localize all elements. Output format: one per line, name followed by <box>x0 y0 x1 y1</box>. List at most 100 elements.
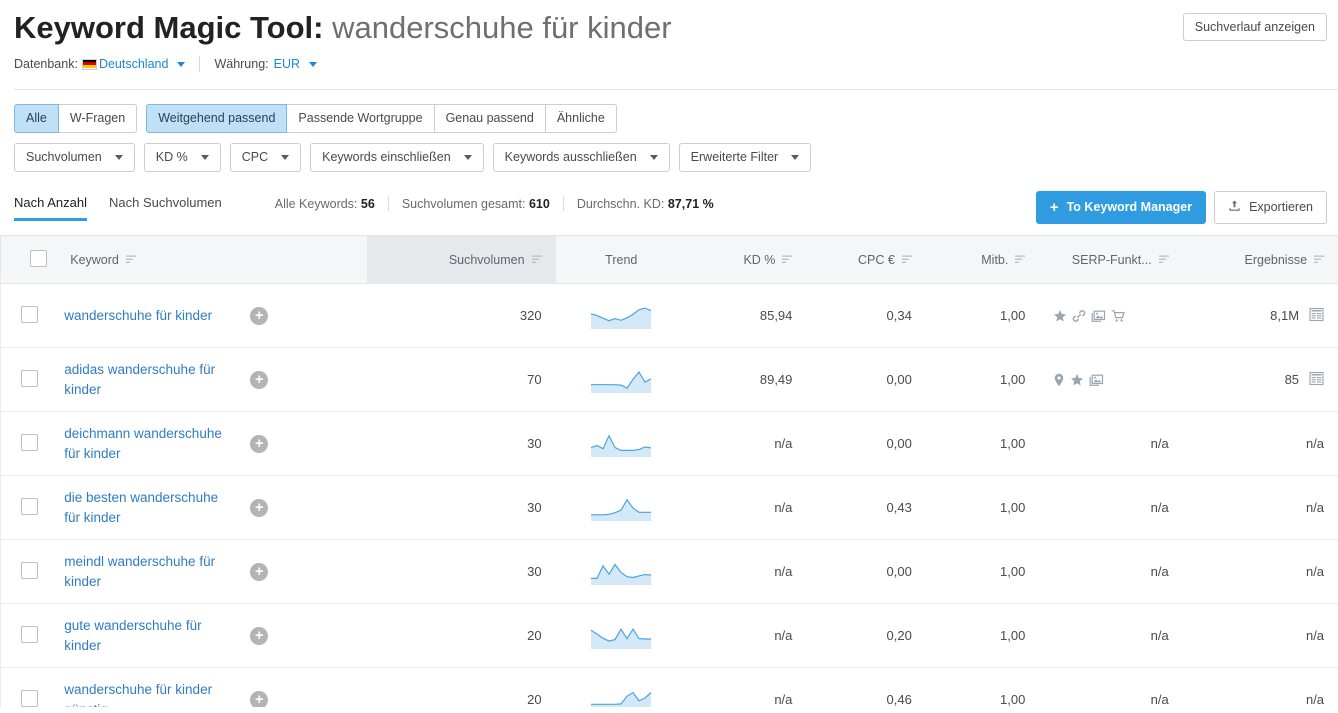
germany-flag-icon <box>81 58 97 70</box>
column-header-volume[interactable]: Suchvolumen <box>366 235 556 284</box>
star-icon[interactable] <box>1070 373 1084 387</box>
cpc-cell: 0,00 <box>806 539 926 604</box>
sort-icon[interactable] <box>1015 253 1026 267</box>
sidebar-item-deichmann[interactable]: ›deichmann2 <box>0 571 1 613</box>
sort-icon[interactable] <box>1314 253 1325 267</box>
column-header-results[interactable]: Ergebnisse <box>1182 235 1338 284</box>
column-header-cpc[interactable]: CPC € <box>806 235 926 284</box>
volume-cell: 320 <box>366 283 556 348</box>
table-row[interactable]: die besten wanderschuhe für kinder +30 n/a… <box>1 475 1338 540</box>
to-keyword-manager-button[interactable]: + To Keyword Manager <box>1035 191 1207 224</box>
select-all-header <box>1 235 57 284</box>
table-row[interactable]: deichmann wanderschuhe für kinder +30 n/a 0… <box>1 411 1338 476</box>
sort-icon[interactable] <box>782 253 793 267</box>
filter-dropdown-keywords-einschließen[interactable]: Keywords einschließen <box>310 143 484 172</box>
filter-dropdown-suchvolumen[interactable]: Suchvolumen <box>14 143 135 172</box>
column-header-trend[interactable]: Trend <box>555 235 687 284</box>
add-keyword-icon[interactable]: + <box>250 370 269 389</box>
row-checkbox[interactable] <box>21 305 39 323</box>
table-row[interactable]: meindl wanderschuhe für kinder +30 n/a 0,00… <box>1 539 1338 604</box>
add-keyword-icon[interactable]: + <box>250 306 269 325</box>
view-tab-nach-suchvolumen[interactable]: Nach Suchvolumen <box>109 195 222 221</box>
sidebar-item-adidas[interactable]: ›adidas2 <box>0 487 1 529</box>
column-header-serp[interactable]: SERP-Funkt... <box>1039 235 1183 284</box>
match-type-passende-wortgruppe[interactable]: Passende Wortgruppe <box>286 104 435 133</box>
currency-value: EUR <box>273 57 301 71</box>
serp-report-icon[interactable] <box>1309 371 1324 389</box>
export-button[interactable]: Exportieren <box>1214 191 1327 224</box>
column-header-label: Keyword <box>70 252 119 267</box>
row-select-cell <box>1 347 57 412</box>
cart-icon[interactable] <box>1111 309 1126 323</box>
table-row[interactable]: adidas wanderschuhe für kinder +70 89,49 0,… <box>1 347 1338 412</box>
row-checkbox[interactable] <box>21 561 39 579</box>
column-header-kd[interactable]: KD % <box>686 235 807 284</box>
keyword-link[interactable]: wanderschuhe für kinder <box>64 306 232 326</box>
filter-dropdown-erweiterte-filter[interactable]: Erweiterte Filter <box>678 143 812 172</box>
add-keyword-icon[interactable]: + <box>250 498 269 517</box>
link-icon[interactable] <box>1072 309 1086 323</box>
sidebar-item-kaufen[interactable]: ›kaufen2 <box>0 655 1 697</box>
competition-cell: 1,00 <box>925 667 1040 707</box>
table-row[interactable]: wanderschuhe für kinder günstig+20n/a0,4… <box>1 667 1338 708</box>
select-all-checkbox[interactable] <box>30 249 48 267</box>
chevron-down-icon <box>281 155 290 160</box>
sidebar-item-decathlon[interactable]: ›decathlon2 <box>0 529 1 571</box>
sidebar-item-günstig[interactable]: ›günstig3 <box>0 403 1 445</box>
sidebar-item-34[interactable]: ›342 <box>0 445 1 487</box>
keyword-link[interactable]: deichmann wanderschuhe für kinder <box>64 424 232 464</box>
column-header-keyword[interactable]: Keyword <box>56 235 367 284</box>
filter-dropdown-label: CPC <box>241 150 269 164</box>
row-checkbox[interactable] <box>21 689 39 707</box>
filter-dropdown-cpc[interactable]: CPC <box>229 143 302 172</box>
sidebar-item-gr[interactable]: ›gr2 <box>0 613 1 655</box>
sort-icon[interactable] <box>531 253 542 267</box>
image-icon[interactable] <box>1091 309 1106 323</box>
sidebar-item-alle-keywo[interactable]: Alle Keywo...56 <box>0 235 1 277</box>
keyword-link[interactable]: wanderschuhe für kinder günstig <box>64 680 232 708</box>
sidebar-item-größe[interactable]: ›größe4 <box>0 319 1 361</box>
filter-tab-w-fragen[interactable]: W-Fragen <box>57 104 138 133</box>
cpc-cell: 0,00 <box>806 347 926 412</box>
column-header-comp[interactable]: Mitb. <box>925 235 1040 284</box>
keyword-link[interactable]: meindl wanderschuhe für kinder <box>64 552 232 592</box>
row-checkbox[interactable] <box>21 433 39 451</box>
table-row[interactable]: gute wanderschuhe für kinder +20 n/a 0,20 1,… <box>1 603 1338 668</box>
trend-cell <box>555 603 687 668</box>
results-toolbar: Nach Anzahl Nach Suchvolumen Alle Keyword… <box>0 189 1338 235</box>
stat-label: Durchschn. KD: <box>576 196 665 211</box>
sidebar-item-gut[interactable]: ›gut3 <box>0 361 1 403</box>
filter-tab-alle[interactable]: Alle <box>14 104 59 133</box>
sidebar-item-best[interactable]: ›best6 <box>0 277 1 319</box>
match-type-weitgehend-passend[interactable]: Weitgehend passend <box>146 104 288 133</box>
row-checkbox[interactable] <box>21 497 39 515</box>
star-icon[interactable] <box>1053 309 1067 323</box>
results-cell-wrap: 85 <box>1182 347 1338 412</box>
match-type-ähnliche[interactable]: Ähnliche <box>544 104 617 133</box>
add-keyword-icon[interactable]: + <box>250 690 269 707</box>
sort-icon[interactable] <box>901 253 912 267</box>
filter-dropdown-keywords-ausschließen[interactable]: Keywords ausschließen <box>492 143 670 172</box>
keyword-link[interactable]: die besten wanderschuhe für kinder <box>64 488 232 528</box>
match-type-genau-passend[interactable]: Genau passend <box>433 104 546 133</box>
view-tab-nach-anzahl[interactable]: Nach Anzahl <box>14 195 87 221</box>
add-keyword-icon[interactable]: + <box>250 434 269 453</box>
pin-icon[interactable] <box>1053 373 1065 387</box>
table-row[interactable]: wanderschuhe für kinder +320 85,94 0,34 1,00… <box>1 283 1338 348</box>
search-history-button[interactable]: Suchverlauf anzeigen <box>1182 13 1327 41</box>
sort-icon[interactable] <box>1158 253 1169 267</box>
keyword-link[interactable]: adidas wanderschuhe für kinder <box>64 360 232 400</box>
sort-icon[interactable] <box>125 253 136 267</box>
serp-report-icon[interactable] <box>1309 307 1324 325</box>
filter-dropdown-kd[interactable]: KD % <box>143 143 221 172</box>
database-selector[interactable]: Deutschland <box>99 57 186 71</box>
page-header: Keyword Magic Tool: wanderschuhe für kin… <box>0 0 1338 90</box>
row-checkbox[interactable] <box>21 625 39 643</box>
currency-selector[interactable]: EUR <box>273 57 318 71</box>
results-cell-wrap: n/a <box>1182 539 1338 604</box>
add-keyword-icon[interactable]: + <box>250 626 269 645</box>
row-checkbox[interactable] <box>21 369 39 387</box>
keyword-link[interactable]: gute wanderschuhe für kinder <box>64 616 232 656</box>
image-icon[interactable] <box>1089 373 1104 387</box>
add-keyword-icon[interactable]: + <box>250 562 269 581</box>
